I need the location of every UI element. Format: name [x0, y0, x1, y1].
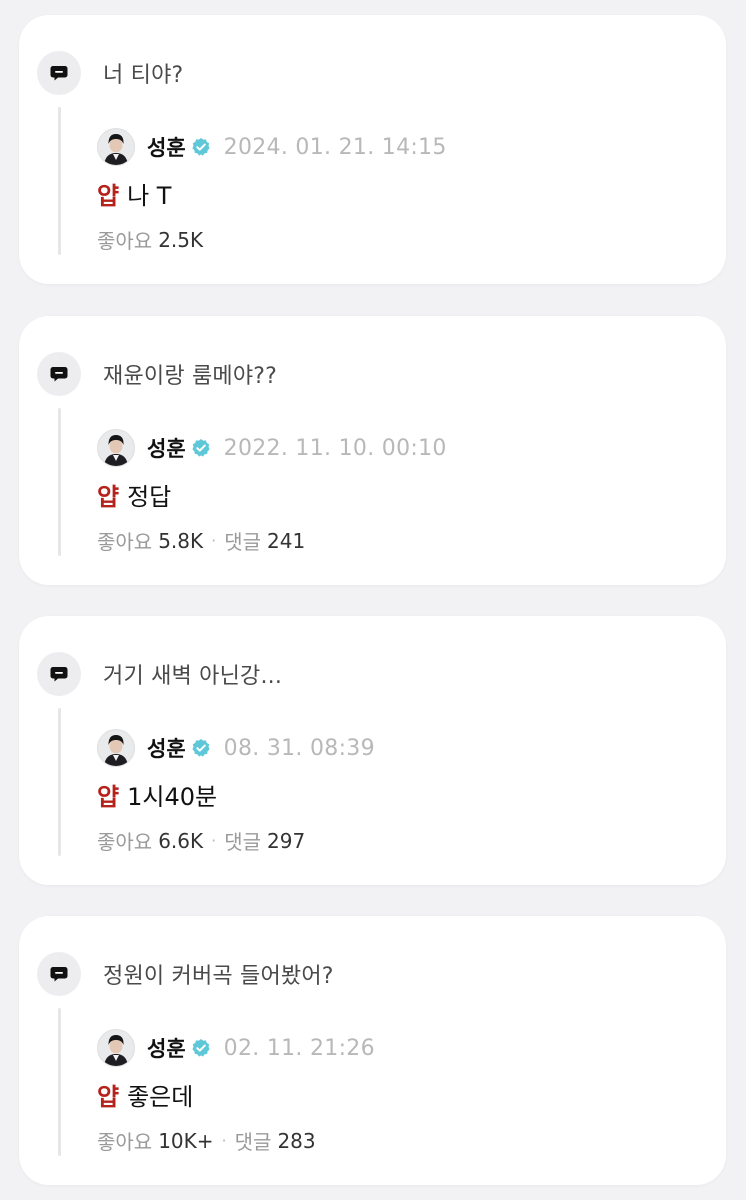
comments-count[interactable]: 297 [267, 829, 305, 853]
stats-separator: · [221, 1131, 227, 1150]
question-text: 재윤이랑 룸메야?? [103, 364, 278, 389]
comments-label: 댓글 [234, 1130, 272, 1154]
chat-bubble-icon [37, 652, 81, 696]
stats-row: 좋아요 2.5K [97, 225, 203, 254]
timestamp: 02. 11. 21:26 [223, 1035, 375, 1061]
message-text: 나 T [127, 181, 172, 210]
likes-label: 좋아요 [97, 229, 153, 253]
chat-bubble-glyph [50, 367, 68, 382]
avatar[interactable] [97, 429, 135, 467]
message-text: 1시40분 [127, 782, 218, 811]
verified-glyph [192, 739, 210, 757]
reply: 성훈 2024. 01. 21. 14:15 얍 나 T [97, 127, 697, 211]
message-tag: 얍 [97, 482, 120, 511]
verified-glyph [192, 439, 210, 457]
author-row: 성훈 02. 11. 21:26 [97, 1028, 697, 1068]
avatar[interactable] [97, 1029, 135, 1067]
chat-bubble-icon [37, 952, 81, 996]
message: 얍 정답 [97, 476, 697, 512]
avatar[interactable] [97, 729, 135, 767]
chat-bubble-glyph [50, 66, 68, 81]
verified-badge-icon [191, 738, 211, 758]
question-text: 정원이 커버곡 들어봤어? [103, 964, 334, 989]
likes-label: 좋아요 [97, 530, 153, 554]
stats-separator: · [211, 831, 217, 850]
message: 얍 1시40분 [97, 776, 697, 812]
author-row: 성훈 08. 31. 08:39 [97, 728, 697, 768]
thread-line [58, 408, 61, 556]
verified-badge-icon [191, 137, 211, 157]
author-name[interactable]: 성훈 [147, 1033, 186, 1063]
question-row: 정원이 커버곡 들어봤어? [37, 952, 334, 996]
message-text: 정답 [127, 482, 172, 511]
avatar[interactable] [97, 128, 135, 166]
question-row: 거기 새벽 아닌강... [37, 652, 282, 696]
comments-label: 댓글 [224, 830, 262, 854]
avatar-image [98, 129, 134, 165]
question-text: 거기 새벽 아닌강... [103, 664, 283, 689]
avatar-image [98, 1030, 134, 1066]
chat-bubble-icon [37, 352, 81, 396]
chat-bubble-icon [37, 51, 81, 95]
comments-count[interactable]: 283 [277, 1129, 315, 1153]
avatar-image [98, 430, 134, 466]
question-row: 너 티야? [37, 51, 183, 95]
likes-label: 좋아요 [97, 1130, 153, 1154]
verified-glyph [192, 138, 210, 156]
timestamp: 2024. 01. 21. 14:15 [223, 134, 447, 160]
qa-card-3[interactable]: 거기 새벽 아닌강... 성훈 08. 31. 08:39 얍 1시40분 좋아… [19, 616, 726, 885]
comments-label: 댓글 [224, 530, 262, 554]
chat-bubble-glyph [50, 967, 68, 982]
verified-glyph [192, 1039, 210, 1057]
qa-card-4[interactable]: 정원이 커버곡 들어봤어? 성훈 02. 11. 21:26 얍 좋은데 좋아요… [19, 916, 726, 1185]
question-row: 재윤이랑 룸메야?? [37, 352, 277, 396]
author-row: 성훈 2022. 11. 10. 00:10 [97, 428, 697, 468]
qa-card-1[interactable]: 너 티야? 성훈 2024. 01. 21. 14:15 얍 나 T 좋아요 2… [19, 15, 726, 284]
chat-bubble-glyph [50, 667, 68, 682]
likes-label: 좋아요 [97, 830, 153, 854]
author-row: 성훈 2024. 01. 21. 14:15 [97, 127, 697, 167]
message: 얍 나 T [97, 175, 697, 211]
likes-count[interactable]: 2.5K [158, 228, 203, 252]
message-tag: 얍 [97, 1082, 120, 1111]
avatar-image [98, 730, 134, 766]
comments-count[interactable]: 241 [267, 529, 305, 553]
verified-badge-icon [191, 1038, 211, 1058]
question-text: 너 티야? [103, 63, 184, 88]
reply: 성훈 08. 31. 08:39 얍 1시40분 [97, 728, 697, 812]
thread-line [58, 1008, 61, 1156]
likes-count[interactable]: 5.8K [158, 529, 203, 553]
thread-line [58, 708, 61, 856]
qa-card-2[interactable]: 재윤이랑 룸메야?? 성훈 2022. 11. 10. 00:10 얍 정답 좋… [19, 316, 726, 585]
reply: 성훈 2022. 11. 10. 00:10 얍 정답 [97, 428, 697, 512]
thread-line [58, 107, 61, 255]
stats-row: 좋아요 10K+ · 댓글 283 [97, 1126, 316, 1155]
author-name[interactable]: 성훈 [147, 733, 186, 763]
author-name[interactable]: 성훈 [147, 433, 186, 463]
reply: 성훈 02. 11. 21:26 얍 좋은데 [97, 1028, 697, 1112]
message: 얍 좋은데 [97, 1076, 697, 1112]
stats-row: 좋아요 6.6K · 댓글 297 [97, 826, 305, 855]
stats-separator: · [211, 531, 217, 550]
stats-row: 좋아요 5.8K · 댓글 241 [97, 526, 305, 555]
message-tag: 얍 [97, 181, 120, 210]
verified-badge-icon [191, 438, 211, 458]
author-name[interactable]: 성훈 [147, 132, 186, 162]
likes-count[interactable]: 6.6K [158, 829, 203, 853]
timestamp: 08. 31. 08:39 [223, 735, 375, 761]
message-text: 좋은데 [127, 1082, 194, 1111]
qa-feed: 너 티야? 성훈 2024. 01. 21. 14:15 얍 나 T 좋아요 2… [0, 0, 746, 1200]
message-tag: 얍 [97, 782, 120, 811]
timestamp: 2022. 11. 10. 00:10 [223, 435, 447, 461]
likes-count[interactable]: 10K+ [158, 1129, 213, 1153]
